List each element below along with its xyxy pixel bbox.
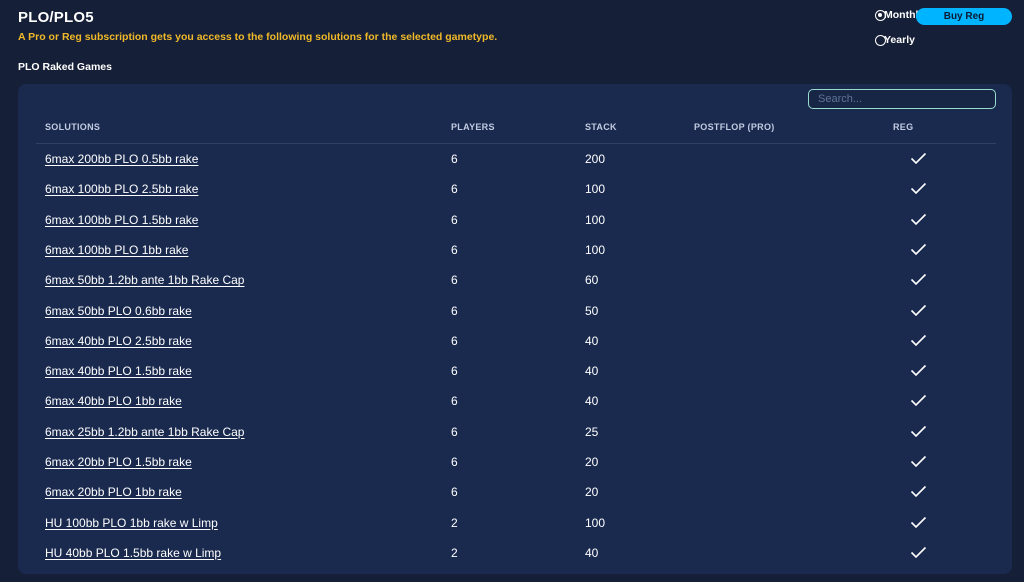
check-icon <box>910 243 927 256</box>
players-cell: 6 <box>451 394 458 409</box>
check-icon <box>910 213 927 225</box>
solution-link[interactable]: 6max 25bb 1.2bb ante 1bb Rake Cap <box>45 417 244 447</box>
check-icon <box>910 546 927 559</box>
solution-link[interactable]: 6max 20bb PLO 1.5bb rake <box>45 447 192 477</box>
check-icon <box>910 183 927 195</box>
players-cell: 6 <box>451 152 458 166</box>
check-icon <box>910 455 927 468</box>
stack-cell: 100 <box>585 212 606 227</box>
table-row: HU 100bb PLO 1bb rake w Limp 2 100 <box>18 508 1012 538</box>
stack-cell: 25 <box>585 424 599 439</box>
check-icon <box>910 365 927 377</box>
monthly-radio[interactable] <box>875 9 886 21</box>
stack-cell: 20 <box>585 485 599 500</box>
stack-cell: 50 <box>585 303 599 318</box>
stack-cell: 60 <box>585 273 599 288</box>
players-cell: 6 <box>451 212 458 227</box>
players-cell: 6 <box>451 364 458 379</box>
players-cell: 6 <box>451 182 458 197</box>
players-cell: 6 <box>451 273 458 288</box>
solution-link[interactable]: 6max 40bb PLO 2.5bb rake <box>45 326 192 356</box>
table-row: 6max 100bb PLO 1bb rake 6 100 <box>18 235 1012 265</box>
stack-cell: 40 <box>585 394 599 409</box>
solution-link[interactable]: HU 100bb PLO 1bb rake w Limp <box>45 508 218 538</box>
check-icon <box>910 516 927 528</box>
yearly-radio[interactable] <box>875 34 886 46</box>
solution-link[interactable]: 6max 100bb PLO 1bb rake <box>45 235 188 265</box>
column-header-postflop: POSTFLOP (PRO) <box>694 122 775 132</box>
players-cell: 6 <box>451 303 458 318</box>
table-row: 6max 100bb PLO 1.5bb rake 6 100 <box>18 205 1012 235</box>
page-subtitle: A Pro or Reg subscription gets you acces… <box>18 31 498 43</box>
check-icon <box>910 274 927 286</box>
players-cell: 6 <box>451 242 458 257</box>
search-input[interactable]: Search... <box>808 89 996 109</box>
table-row: 6max 200bb PLO 0.5bb rake 6 200 <box>18 144 1012 174</box>
page-title: PLO/PLO5 <box>18 9 94 26</box>
stack-cell: 100 <box>585 515 606 530</box>
yearly-option[interactable]: Yearly <box>875 34 915 46</box>
section-label: PLO Raked Games <box>18 61 112 73</box>
players-cell: 6 <box>451 424 458 439</box>
table-row: 6max 20bb PLO 1.5bb rake 6 20 <box>18 447 1012 477</box>
check-icon <box>910 395 927 407</box>
table-row: 6max 40bb PLO 1.5bb rake 6 40 <box>18 356 1012 386</box>
table-row: 6max 40bb PLO 1bb rake 6 40 <box>18 386 1012 416</box>
table-row: 6max 50bb 1.2bb ante 1bb Rake Cap 6 60 <box>18 265 1012 295</box>
solution-link[interactable]: 6max 50bb PLO 0.6bb rake <box>45 296 192 326</box>
stack-cell: 40 <box>585 545 599 560</box>
column-header-players: PLAYERS <box>451 122 495 132</box>
solution-link[interactable]: 6max 40bb PLO 1.5bb rake <box>45 356 192 386</box>
stack-cell: 40 <box>585 333 599 348</box>
table-row: 6max 50bb PLO 0.6bb rake 6 50 <box>18 296 1012 326</box>
solution-link[interactable]: 6max 100bb PLO 1.5bb rake <box>45 205 198 235</box>
solution-link[interactable]: 6max 100bb PLO 2.5bb rake <box>45 174 198 204</box>
check-icon <box>910 334 927 346</box>
players-cell: 6 <box>451 485 458 500</box>
players-cell: 2 <box>451 545 458 560</box>
solutions-panel: Search... SOLUTIONS PLAYERS STACK POSTFL… <box>18 84 1012 574</box>
solution-link[interactable]: 6max 50bb 1.2bb ante 1bb Rake Cap <box>45 265 244 295</box>
players-cell: 2 <box>451 515 458 530</box>
stack-cell: 200 <box>585 152 606 166</box>
solution-link[interactable]: 6max 20bb PLO 1bb rake <box>45 477 182 507</box>
table-row: 6max 20bb PLO 1bb rake 6 20 <box>18 477 1012 507</box>
yearly-label: Yearly <box>884 34 915 46</box>
solution-link[interactable]: 6max 40bb PLO 1bb rake <box>45 386 182 416</box>
check-icon <box>910 425 927 437</box>
table-row: 6max 40bb PLO 2.5bb rake 6 40 <box>18 326 1012 356</box>
column-header-stack: STACK <box>585 122 617 132</box>
players-cell: 6 <box>451 333 458 348</box>
check-icon <box>910 304 927 316</box>
stack-cell: 20 <box>585 455 599 469</box>
column-header-reg: REG <box>893 122 914 132</box>
column-header-solutions: SOLUTIONS <box>45 122 101 132</box>
table-row: HU 40bb PLO 1.5bb rake w Limp 2 40 <box>18 538 1012 568</box>
stack-cell: 40 <box>585 364 599 379</box>
players-cell: 6 <box>451 455 458 469</box>
check-icon <box>910 152 927 165</box>
buy-reg-button[interactable]: Buy Reg <box>916 8 1012 25</box>
solution-link[interactable]: HU 40bb PLO 1.5bb rake w Limp <box>45 538 221 568</box>
stack-cell: 100 <box>585 242 606 257</box>
table-row: 6max 25bb 1.2bb ante 1bb Rake Cap 6 25 <box>18 417 1012 447</box>
stack-cell: 100 <box>585 182 606 197</box>
solution-link[interactable]: 6max 200bb PLO 0.5bb rake <box>45 144 198 174</box>
table-row: 6max 100bb PLO 2.5bb rake 6 100 <box>18 174 1012 204</box>
check-icon <box>910 486 927 498</box>
